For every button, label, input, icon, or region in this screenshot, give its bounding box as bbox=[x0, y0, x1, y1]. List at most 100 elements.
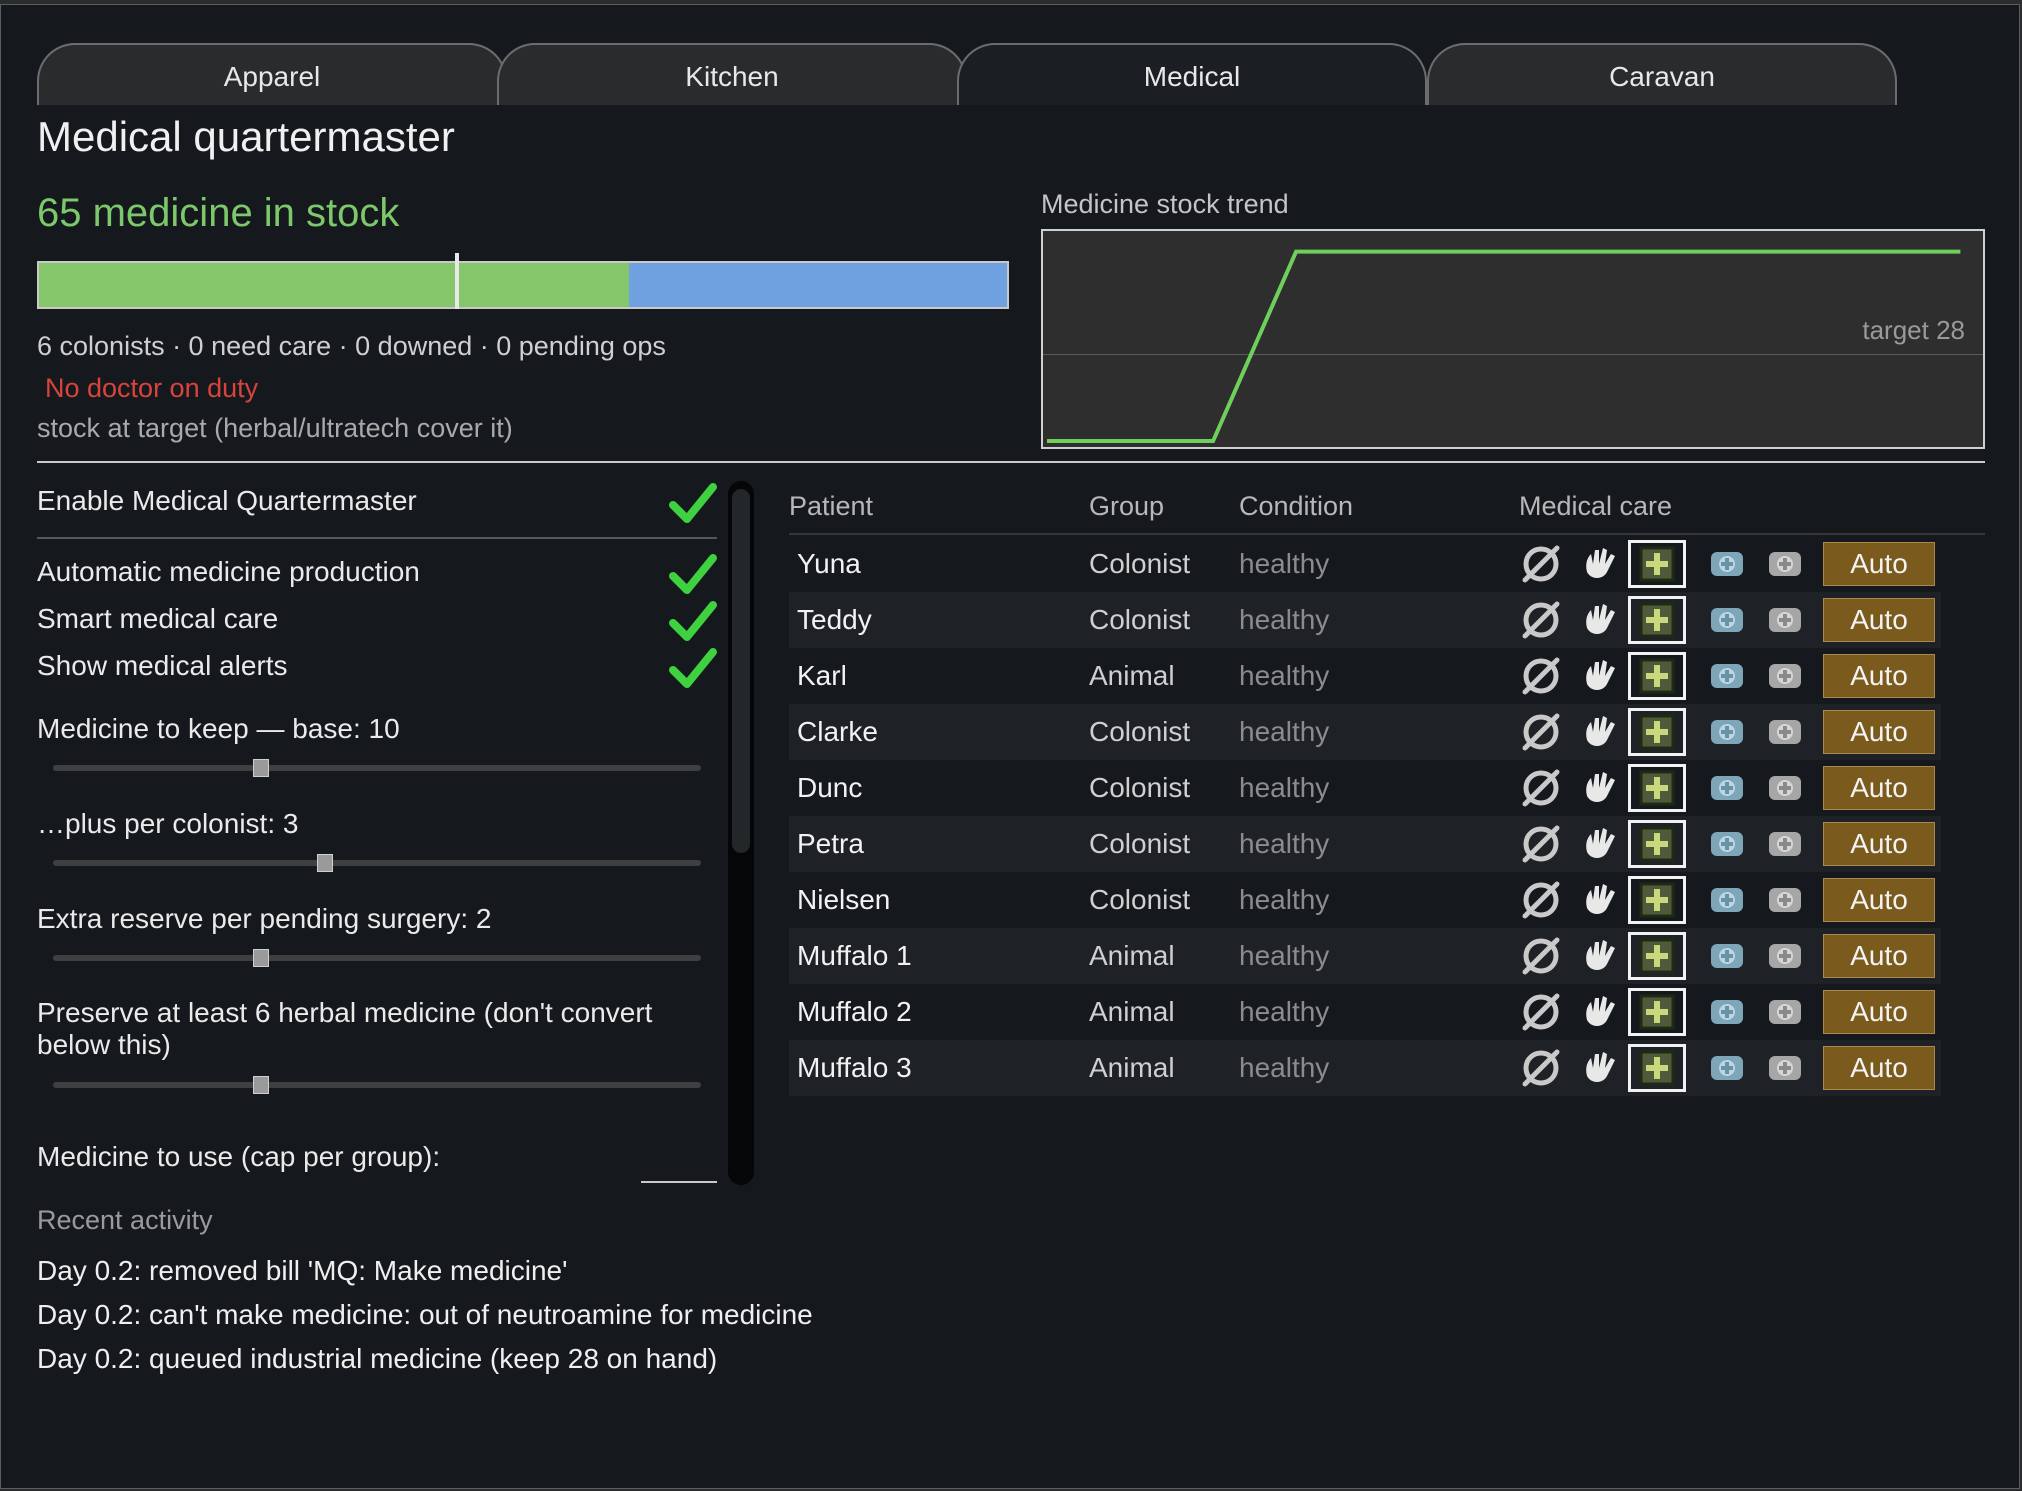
auto-care-button[interactable]: Auto bbox=[1823, 766, 1935, 810]
herbal-medicine-icon[interactable] bbox=[1628, 932, 1686, 980]
no-meds-icon[interactable] bbox=[1577, 598, 1621, 642]
herbal-medicine-icon[interactable] bbox=[1628, 764, 1686, 812]
glitterworld-medicine-icon[interactable] bbox=[1763, 822, 1807, 866]
auto-care-button[interactable]: Auto bbox=[1823, 654, 1935, 698]
glitterworld-medicine-icon[interactable] bbox=[1763, 542, 1807, 586]
glitterworld-medicine-icon[interactable] bbox=[1763, 1046, 1807, 1090]
glitterworld-medicine-icon[interactable] bbox=[1763, 878, 1807, 922]
no-meds-icon[interactable] bbox=[1577, 654, 1621, 698]
herbal-medicine-icon[interactable] bbox=[1628, 876, 1686, 924]
patient-group: Colonist bbox=[1089, 884, 1191, 915]
auto-care-button[interactable]: Auto bbox=[1823, 542, 1935, 586]
no-meds-icon[interactable] bbox=[1577, 934, 1621, 978]
industrial-medicine-icon[interactable] bbox=[1705, 710, 1749, 754]
patient-condition: healthy bbox=[1239, 1052, 1330, 1083]
industrial-medicine-icon[interactable] bbox=[1705, 598, 1749, 642]
auto-care-button[interactable]: Auto bbox=[1823, 822, 1935, 866]
no-meds-icon[interactable] bbox=[1577, 990, 1621, 1034]
surgery-reserve-slider-handle[interactable] bbox=[253, 949, 269, 967]
patient-condition: healthy bbox=[1239, 660, 1330, 691]
industrial-medicine-icon[interactable] bbox=[1705, 934, 1749, 978]
glitterworld-medicine-icon[interactable] bbox=[1763, 990, 1807, 1034]
auto-care-button[interactable]: Auto bbox=[1823, 710, 1935, 754]
auto-care-button[interactable]: Auto bbox=[1823, 934, 1935, 978]
tab-caravan[interactable]: Caravan bbox=[1427, 43, 1897, 105]
patient-group: Colonist bbox=[1089, 772, 1191, 803]
patient-group: Animal bbox=[1089, 1052, 1175, 1083]
patient-condition: healthy bbox=[1239, 548, 1330, 579]
per-colonist-slider-handle[interactable] bbox=[317, 854, 333, 872]
no-meds-icon[interactable] bbox=[1577, 542, 1621, 586]
patient-condition: healthy bbox=[1239, 716, 1330, 747]
doctor-alert: No doctor on duty bbox=[45, 373, 259, 403]
no-meds-icon[interactable] bbox=[1577, 878, 1621, 922]
per-colonist-slider[interactable] bbox=[53, 860, 701, 866]
no-meds-icon[interactable] bbox=[1577, 822, 1621, 866]
glitterworld-medicine-icon[interactable] bbox=[1763, 934, 1807, 978]
no-care-icon[interactable] bbox=[1519, 542, 1563, 586]
no-care-icon[interactable] bbox=[1519, 934, 1563, 978]
herbal-medicine-icon[interactable] bbox=[1628, 1044, 1686, 1092]
glitterworld-medicine-icon[interactable] bbox=[1763, 766, 1807, 810]
no-care-icon[interactable] bbox=[1519, 766, 1563, 810]
patient-condition: healthy bbox=[1239, 772, 1330, 803]
auto-production-checkbox[interactable] bbox=[667, 548, 719, 600]
stock-bar-fill bbox=[39, 263, 629, 307]
stock-status: stock at target (herbal/ultratech cover … bbox=[37, 413, 513, 443]
auto-care-button[interactable]: Auto bbox=[1823, 598, 1935, 642]
no-care-icon[interactable] bbox=[1519, 654, 1563, 698]
auto-care-button[interactable]: Auto bbox=[1823, 878, 1935, 922]
tab-apparel[interactable]: Apparel bbox=[37, 43, 507, 105]
herbal-medicine-icon[interactable] bbox=[1628, 540, 1686, 588]
no-care-icon[interactable] bbox=[1519, 878, 1563, 922]
no-care-icon[interactable] bbox=[1519, 822, 1563, 866]
herbal-medicine-icon[interactable] bbox=[1628, 596, 1686, 644]
industrial-medicine-icon[interactable] bbox=[1705, 878, 1749, 922]
no-meds-icon[interactable] bbox=[1577, 766, 1621, 810]
auto-care-button[interactable]: Auto bbox=[1823, 990, 1935, 1034]
industrial-medicine-icon[interactable] bbox=[1705, 542, 1749, 586]
preserve-herbal-slider-handle[interactable] bbox=[253, 1076, 269, 1094]
no-care-icon[interactable] bbox=[1519, 710, 1563, 754]
industrial-medicine-icon[interactable] bbox=[1705, 1046, 1749, 1090]
tab-kitchen[interactable]: Kitchen bbox=[497, 43, 967, 105]
herbal-medicine-icon[interactable] bbox=[1628, 708, 1686, 756]
auto-care-button[interactable]: Auto bbox=[1823, 1046, 1935, 1090]
activity-item: Day 0.2: can't make medicine: out of neu… bbox=[37, 1299, 813, 1330]
herbal-medicine-icon[interactable] bbox=[1628, 820, 1686, 868]
tab-medical[interactable]: Medical bbox=[957, 43, 1427, 105]
patient-condition: healthy bbox=[1239, 940, 1330, 971]
industrial-medicine-icon[interactable] bbox=[1705, 766, 1749, 810]
patient-group: Animal bbox=[1089, 940, 1175, 971]
preserve-herbal-slider[interactable] bbox=[53, 1082, 701, 1088]
patient-group: Colonist bbox=[1089, 828, 1191, 859]
trend-chart: target 28 bbox=[1041, 229, 1985, 449]
surgery-reserve-slider[interactable] bbox=[53, 955, 701, 961]
settings-scrollbar-thumb[interactable] bbox=[732, 489, 750, 853]
glitterworld-medicine-icon[interactable] bbox=[1763, 654, 1807, 698]
herbal-medicine-icon[interactable] bbox=[1628, 988, 1686, 1036]
enable-quartermaster-checkbox[interactable] bbox=[667, 477, 719, 529]
no-meds-icon[interactable] bbox=[1577, 1046, 1621, 1090]
no-care-icon[interactable] bbox=[1519, 598, 1563, 642]
no-care-icon[interactable] bbox=[1519, 1046, 1563, 1090]
patient-name: Yuna bbox=[797, 548, 861, 579]
patient-condition: healthy bbox=[1239, 604, 1330, 635]
medical-alerts-checkbox[interactable] bbox=[667, 642, 719, 694]
herbal-medicine-icon[interactable] bbox=[1628, 652, 1686, 700]
patient-name: Karl bbox=[797, 660, 847, 691]
industrial-medicine-icon[interactable] bbox=[1705, 990, 1749, 1034]
no-care-icon[interactable] bbox=[1519, 990, 1563, 1034]
recent-title: Recent activity bbox=[37, 1205, 213, 1235]
patient-name: Dunc bbox=[797, 772, 863, 803]
no-meds-icon[interactable] bbox=[1577, 710, 1621, 754]
glitterworld-medicine-icon[interactable] bbox=[1763, 598, 1807, 642]
base-keep-slider-handle[interactable] bbox=[253, 759, 269, 777]
patient-condition: healthy bbox=[1239, 996, 1330, 1027]
industrial-medicine-icon[interactable] bbox=[1705, 822, 1749, 866]
base-keep-slider[interactable] bbox=[53, 765, 701, 771]
settings-scrollbar[interactable] bbox=[728, 481, 754, 1185]
industrial-medicine-icon[interactable] bbox=[1705, 654, 1749, 698]
smart-care-checkbox[interactable] bbox=[667, 595, 719, 647]
glitterworld-medicine-icon[interactable] bbox=[1763, 710, 1807, 754]
